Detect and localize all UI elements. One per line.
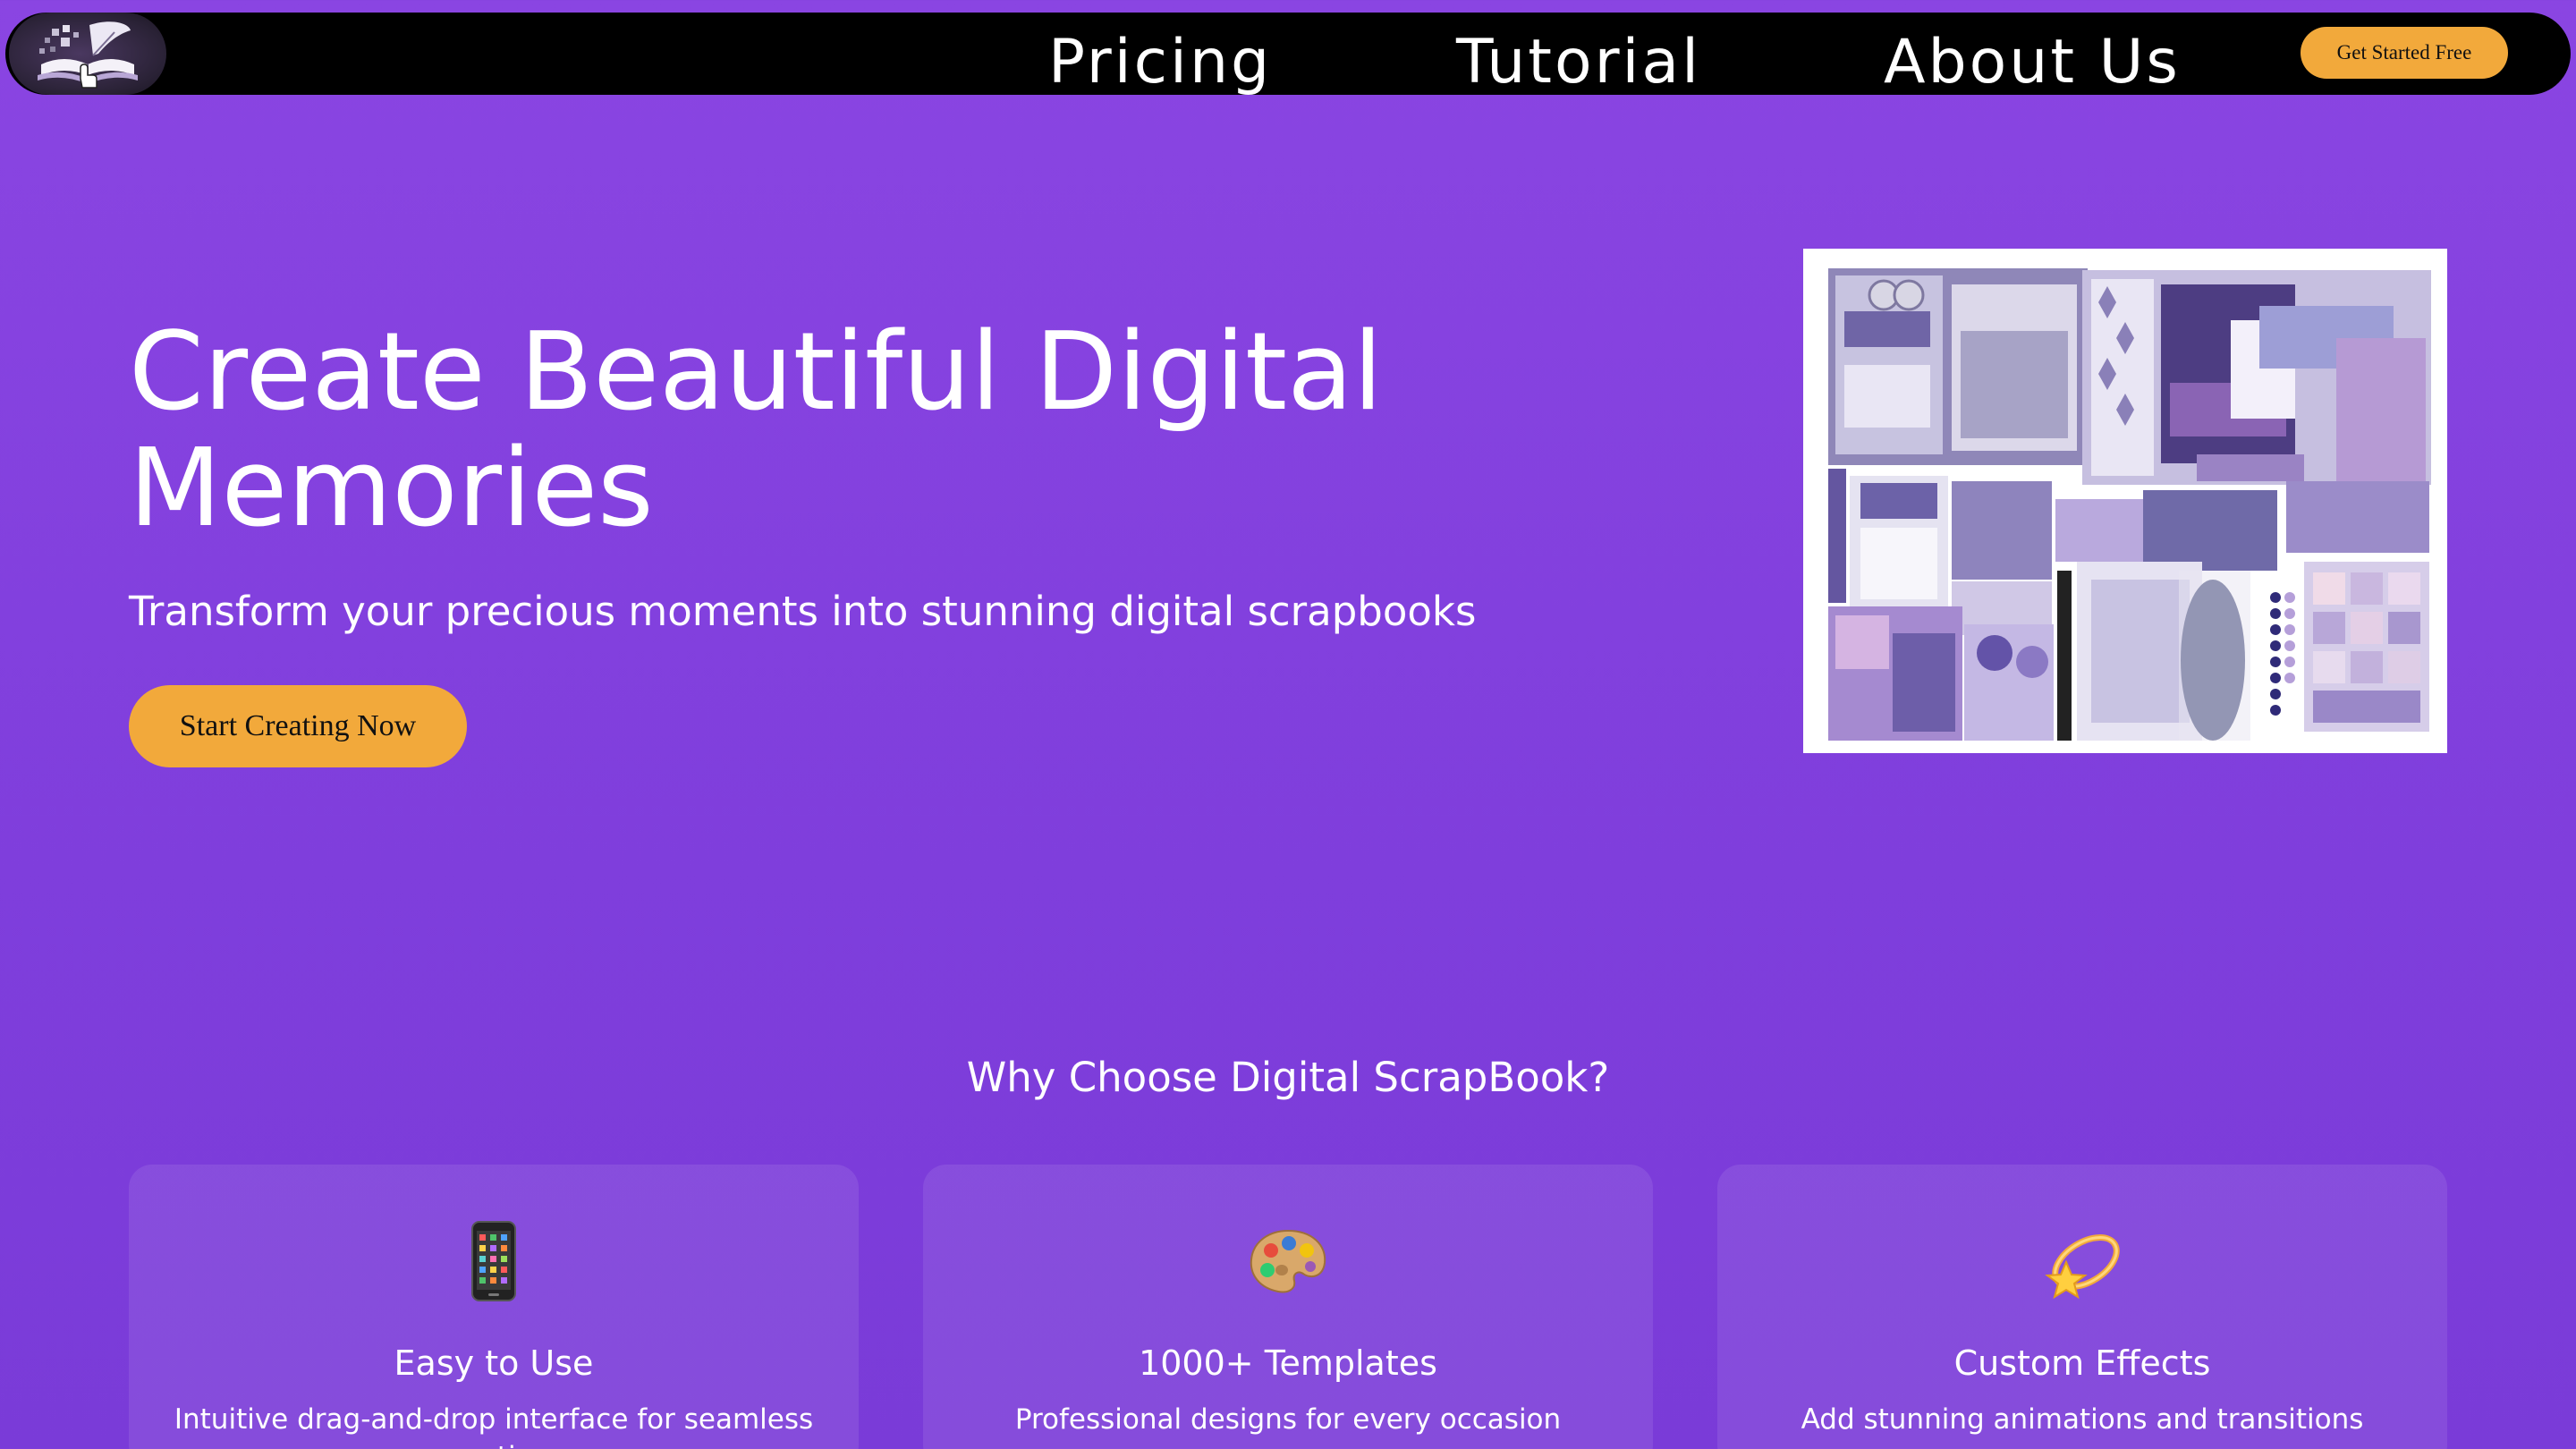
feature-description: Intuitive drag-and-drop interface for se… [174, 1403, 814, 1449]
palette-icon [923, 1218, 1653, 1304]
start-creating-now-button[interactable]: Start Creating Now [129, 685, 467, 767]
get-started-free-button[interactable]: Get Started Free [2301, 27, 2508, 79]
nav-link-tutorial[interactable]: Tutorial [1456, 27, 1701, 98]
nav-link-pricing[interactable]: Pricing [1048, 27, 1272, 98]
feature-card-custom-effects: Custom Effects Add stunning animations a… [1717, 1165, 2447, 1449]
feature-title: Custom Effects [1953, 1343, 2211, 1383]
feature-card-easy-to-use: Easy to Use Intuitive drag-and-drop inte… [129, 1165, 859, 1449]
feature-description: Professional designs for every occasion [1014, 1403, 1562, 1436]
logo[interactable] [9, 13, 166, 95]
hero-title: Create Beautiful Digital Memories [129, 310, 1383, 551]
feature-description: Add stunning animations and transitions [1801, 1403, 2364, 1436]
feature-title: 1000+ Templates [1139, 1343, 1437, 1383]
feature-card-templates: 1000+ Templates Professional designs for… [923, 1165, 1653, 1449]
features-heading: Why Choose Digital ScrapBook? [966, 1054, 1610, 1101]
dizzy-star-icon [1717, 1218, 2447, 1304]
navbar: Pricing Tutorial About Us Get Started Fr… [5, 13, 2571, 98]
scrapbook-collage-image [1803, 249, 2447, 753]
feature-title: Easy to Use [394, 1343, 594, 1383]
open-book-quill-icon [38, 21, 138, 89]
mobile-phone-icon [129, 1218, 859, 1304]
nav-link-about-us[interactable]: About Us [1884, 27, 2181, 98]
hero-subtitle: Transform your precious moments into stu… [129, 588, 1477, 635]
